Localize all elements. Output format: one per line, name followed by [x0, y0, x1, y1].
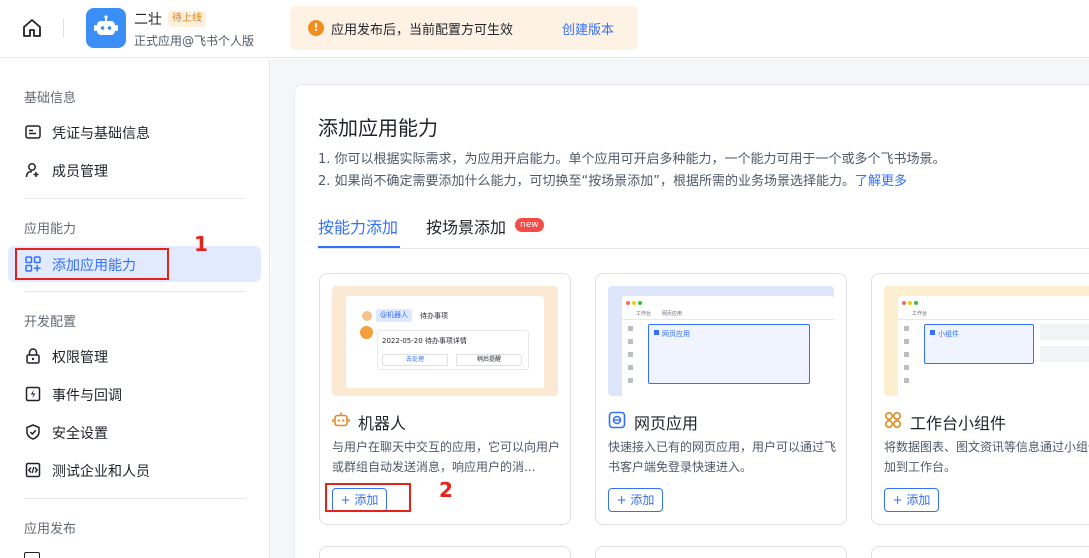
description-text: 2. 如果尚不确定需要添加什么能力，可切换至“按场景添加”，根据所需的业务场景选…: [318, 174, 856, 189]
preview-label: 小组件: [938, 330, 959, 338]
ability-card-partial: [595, 546, 847, 558]
preview-btn: 稍后提醒: [456, 354, 522, 366]
sidebar-group-release: 应用发布: [24, 522, 77, 537]
member-add-icon: [25, 163, 39, 178]
app-name: 二壮: [134, 12, 162, 28]
preview-detail: 2022-05-20 待办事项详情: [382, 337, 467, 345]
card-title: 工作台小组件: [910, 414, 1007, 433]
annotation-box-2: [325, 483, 411, 512]
annotation-box-1: [15, 248, 169, 280]
app-status-badge: 待上线: [168, 11, 206, 27]
annotation-number-1: 1: [194, 232, 208, 256]
tab-by-scenario[interactable]: 按场景添加: [426, 214, 506, 238]
sidebar-item-label: 成员管理: [52, 164, 108, 180]
warning-icon: !: [308, 20, 324, 36]
preview-btn: 去处理: [382, 354, 448, 366]
sidebar-item-label: 事件与回调: [52, 388, 122, 404]
ability-card-web-app: 工作台 网页应用 网页应用 网页应用 快速接入已有的网页应用，用户可以通过飞书客…: [595, 273, 847, 525]
sidebar-group-basic: 基础信息: [24, 91, 77, 106]
web-app-icon: [608, 411, 626, 429]
robot-icon: [332, 412, 350, 427]
notice-text: 应用发布后，当前配置方可生效: [331, 23, 514, 38]
sidebar-item-label: 权限管理: [52, 350, 108, 366]
sidebar-item-events[interactable]: 事件与回调: [8, 376, 261, 412]
add-web-app-button[interactable]: + 添加: [608, 488, 663, 512]
ability-card-widget: 工作台 小组件 工作台小组件 将数据图表、图文资讯等信息通过小组件添加到工作台。…: [871, 273, 1089, 525]
sidebar-item-label: 凭证与基础信息: [52, 126, 150, 142]
widget-preview: 工作台 小组件: [884, 286, 1089, 396]
shield-icon: [26, 424, 40, 440]
preview-label: 网页应用: [662, 330, 690, 338]
page-title: 添加应用能力: [318, 116, 438, 140]
create-version-link[interactable]: 创建版本: [562, 19, 614, 38]
lock-icon: [26, 348, 40, 364]
release-notice: ! 应用发布后，当前配置方可生效 创建版本: [290, 6, 638, 50]
sidebar-group-ability: 应用能力: [24, 222, 77, 237]
ability-card-partial: [319, 546, 571, 558]
sidebar-item-members[interactable]: 成员管理: [8, 152, 261, 188]
tab-by-ability[interactable]: 按能力添加: [318, 214, 398, 238]
learn-more-link[interactable]: 了解更多: [855, 174, 907, 189]
description-line-2: 2. 如果尚不确定需要添加什么能力，可切换至“按场景添加”，根据所需的业务场景选…: [318, 170, 907, 189]
card-title: 网页应用: [634, 414, 699, 433]
sidebar-item-credentials[interactable]: 凭证与基础信息: [8, 114, 261, 150]
description-line-1: 1. 你可以根据实际需求，为应用开启能力。单个应用可开启多种能力，一个能力可用于…: [318, 152, 946, 167]
bot-preview: @机器人 待办事项 2022-05-20 待办事项详情 去处理 稍后提醒: [332, 286, 558, 396]
new-badge: new: [515, 218, 544, 232]
release-item-icon: [24, 552, 40, 558]
robot-avatar-icon: [94, 15, 118, 35]
home-icon[interactable]: [20, 16, 44, 40]
preview-tag: @机器人: [376, 309, 412, 322]
ability-card-partial: [871, 546, 1089, 558]
app-subtitle: 正式应用@飞书个人版: [134, 34, 255, 48]
preview-tab: 工作台: [636, 311, 652, 317]
header-divider: [63, 19, 64, 37]
preview-title: 待办事项: [420, 312, 448, 320]
sidebar-item-test-users[interactable]: 测试企业和人员: [8, 452, 261, 488]
sidebar-item-security[interactable]: 安全设置: [8, 414, 261, 450]
sidebar-group-dev: 开发配置: [24, 315, 77, 330]
active-tab-indicator: [318, 246, 400, 248]
preview-tab: 工作台: [912, 311, 928, 317]
preview-tab: 网页应用: [662, 311, 683, 317]
sidebar-item-permissions[interactable]: 权限管理: [8, 338, 261, 374]
sidebar-divider: [24, 198, 245, 199]
sidebar-item-label: 安全设置: [52, 426, 108, 442]
widget-icon: [884, 411, 902, 429]
credential-icon: [25, 125, 41, 139]
top-bar: 二壮 待上线 正式应用@飞书个人版 ! 应用发布后，当前配置方可生效 创建版本: [0, 0, 1089, 58]
code-icon: [25, 462, 41, 478]
sidebar-item-label: 测试企业和人员: [52, 464, 150, 480]
card-title: 机器人: [358, 414, 407, 433]
app-avatar: [86, 8, 126, 48]
web-app-preview: 工作台 网页应用 网页应用: [608, 286, 834, 396]
card-description: 将数据图表、图文资讯等信息通过小组件添加到工作台。: [884, 440, 1089, 474]
sidebar-divider: [24, 291, 245, 292]
tabs-divider: [318, 248, 1089, 249]
annotation-number-2: 2: [439, 478, 453, 502]
add-widget-button[interactable]: + 添加: [884, 488, 939, 512]
card-description: 快速接入已有的网页应用，用户可以通过飞书客户端免登录快速进入。: [608, 440, 837, 474]
card-description: 与用户在聊天中交互的应用，它可以向用户或群组自动发送消息，响应用户的消...: [332, 440, 561, 474]
sidebar-divider: [24, 498, 245, 499]
event-icon: [25, 386, 41, 402]
